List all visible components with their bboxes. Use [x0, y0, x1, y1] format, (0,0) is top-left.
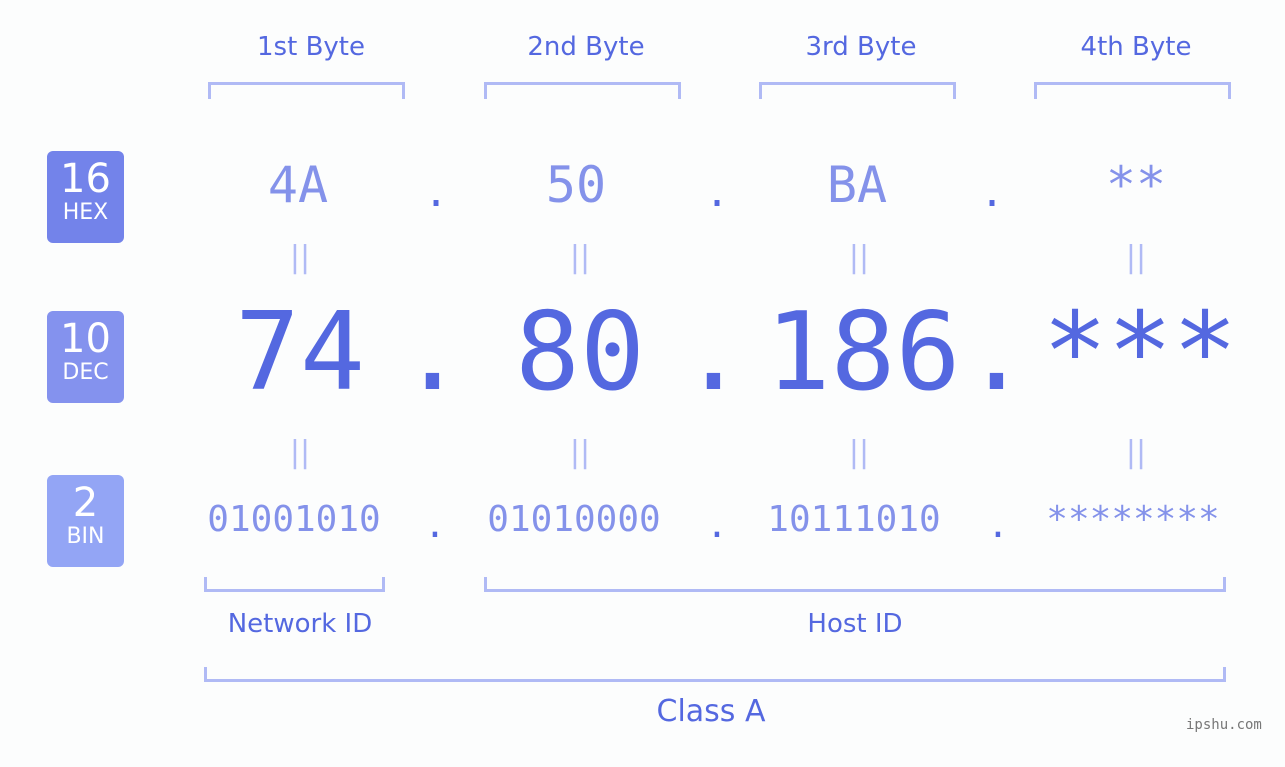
- bracket-byte-4: [1034, 82, 1231, 99]
- hex-dot-2: .: [704, 170, 730, 216]
- watermark: ipshu.com: [1186, 717, 1262, 733]
- equals-sign: ||: [569, 240, 591, 275]
- host-id-label: Host ID: [807, 609, 903, 639]
- dec-dot-2: .: [681, 290, 747, 415]
- bracket-byte-1: [208, 82, 405, 99]
- dec-dot-3: .: [964, 290, 1030, 415]
- dec-byte-4: ***: [1042, 290, 1238, 415]
- bin-dot-1: .: [424, 505, 446, 546]
- bin-byte-3: 10111010: [767, 499, 941, 540]
- bracket-byte-2: [484, 82, 681, 99]
- hex-byte-3: BA: [826, 156, 888, 214]
- network-id-label: Network ID: [227, 609, 373, 639]
- badge-hex-num: 16: [60, 156, 111, 202]
- hex-dot-1: .: [423, 170, 449, 216]
- bracket-host-id: [484, 577, 1226, 592]
- bracket-byte-3: [759, 82, 956, 99]
- dec-byte-2: 80: [514, 290, 646, 415]
- header-byte-4: 4th Byte: [1080, 32, 1192, 62]
- hex-byte-1: 4A: [267, 156, 329, 214]
- equals-sign: ||: [289, 435, 311, 470]
- bin-dot-3: .: [987, 505, 1009, 546]
- badge-dec: 10 DEC: [47, 311, 124, 403]
- equals-sign: ||: [848, 435, 870, 470]
- badge-hex: 16 HEX: [47, 151, 124, 243]
- bin-byte-1: 01001010: [207, 499, 381, 540]
- badge-dec-label: DEC: [62, 360, 109, 385]
- dec-byte-3: 186: [765, 290, 961, 415]
- badge-dec-num: 10: [60, 316, 111, 362]
- bin-dot-2: .: [706, 505, 728, 546]
- header-byte-1: 1st Byte: [257, 32, 365, 62]
- bracket-class: [204, 667, 1226, 682]
- bin-byte-4: ********: [1046, 499, 1220, 540]
- badge-hex-label: HEX: [62, 200, 109, 225]
- class-label: Class A: [656, 694, 766, 729]
- equals-sign: ||: [1125, 435, 1147, 470]
- equals-sign: ||: [848, 240, 870, 275]
- dec-dot-1: .: [400, 290, 466, 415]
- hex-byte-2: 50: [545, 156, 607, 214]
- equals-sign: ||: [569, 435, 591, 470]
- dec-byte-1: 74: [234, 290, 366, 415]
- header-byte-2: 2nd Byte: [527, 32, 645, 62]
- hex-dot-3: .: [979, 170, 1005, 216]
- hex-byte-4: **: [1105, 156, 1167, 214]
- bin-byte-2: 01010000: [487, 499, 661, 540]
- badge-bin: 2 BIN: [47, 475, 124, 567]
- equals-sign: ||: [289, 240, 311, 275]
- header-byte-3: 3rd Byte: [805, 32, 917, 62]
- badge-bin-label: BIN: [66, 524, 105, 549]
- badge-bin-num: 2: [72, 480, 99, 526]
- bracket-network-id: [204, 577, 385, 592]
- equals-sign: ||: [1125, 240, 1147, 275]
